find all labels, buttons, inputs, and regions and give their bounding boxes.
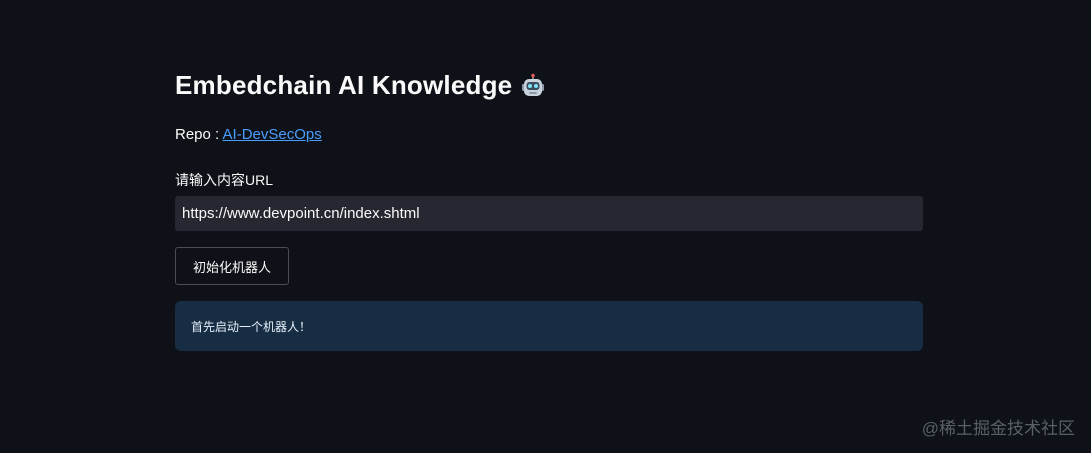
- page-title-text: Embedchain AI Knowledge: [175, 70, 513, 100]
- robot-icon: [520, 73, 546, 99]
- watermark: @稀土掘金技术社区: [921, 419, 1075, 438]
- url-input[interactable]: [175, 196, 923, 231]
- repo-label: Repo :: [175, 126, 223, 143]
- info-message: 首先启动一个机器人！: [191, 319, 312, 334]
- repo-line: Repo : AI-DevSecOps: [175, 126, 322, 143]
- info-alert: 首先启动一个机器人！: [175, 301, 923, 351]
- init-robot-button[interactable]: 初始化机器人: [175, 247, 289, 285]
- repo-link[interactable]: AI-DevSecOps: [223, 126, 322, 143]
- url-input-label: 请输入内容URL: [175, 172, 274, 188]
- page-title: Embedchain AI Knowledge: [175, 70, 546, 101]
